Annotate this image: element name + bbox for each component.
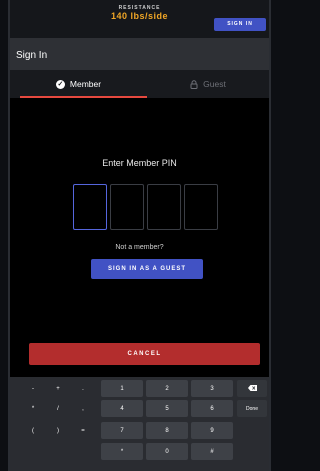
page-header: Sign In (10, 38, 269, 70)
key-8[interactable]: 8 (146, 422, 188, 439)
page-title: Sign In (16, 50, 48, 61)
key-9[interactable]: 9 (191, 422, 233, 439)
resistance-value: 140 (110, 11, 128, 21)
pin-digit-3[interactable] (147, 184, 181, 230)
not-member-text: Not a member? (115, 244, 164, 251)
key-2[interactable]: 2 (146, 380, 188, 397)
key-period[interactable]: . (76, 380, 90, 397)
key-3[interactable]: 3 (191, 380, 233, 397)
sign-in-as-guest-button[interactable]: SIGN IN AS A GUEST (91, 259, 203, 279)
key-hash[interactable]: # (191, 443, 233, 460)
key-minus[interactable]: - (26, 380, 40, 397)
key-5[interactable]: 5 (146, 400, 188, 417)
kiosk-screen: RESISTANCE 140 lbs/side SIGN IN Sign In … (10, 0, 269, 471)
key-asterisk[interactable]: * (26, 400, 40, 417)
tab-guest[interactable]: Guest (147, 70, 269, 98)
key-plus[interactable]: + (51, 380, 65, 397)
top-bar: RESISTANCE 140 lbs/side SIGN IN (10, 0, 269, 38)
check-circle-icon: ✓ (55, 79, 65, 89)
tab-member[interactable]: ✓ Member (10, 70, 147, 98)
key-7[interactable]: 7 (101, 422, 143, 439)
resistance-unit: lbs/side (130, 11, 169, 21)
cancel-button[interactable]: CANCEL (29, 343, 260, 365)
tab-member-label: Member (69, 79, 102, 89)
key-close-paren[interactable]: ) (51, 422, 65, 439)
sign-in-tabs: ✓ Member Guest (10, 70, 269, 98)
tab-guest-label: Guest (203, 79, 226, 89)
key-star[interactable]: * (101, 443, 143, 460)
numeric-keyboard: - + . * / , ( ) = 1 2 3 4 5 6 7 8 9 * 0 … (10, 377, 269, 471)
key-comma[interactable]: , (76, 400, 90, 417)
key-6[interactable]: 6 (191, 400, 233, 417)
done-key[interactable]: Done (237, 400, 267, 417)
sign-in-button[interactable]: SIGN IN (214, 18, 266, 31)
key-1[interactable]: 1 (101, 380, 143, 397)
key-0[interactable]: 0 (146, 443, 188, 460)
pin-digit-2[interactable] (110, 184, 144, 230)
backspace-key[interactable] (237, 380, 267, 397)
key-4[interactable]: 4 (101, 400, 143, 417)
key-equals[interactable]: = (76, 422, 90, 439)
pin-digit-1[interactable] (73, 184, 107, 230)
lock-icon (190, 79, 198, 89)
key-slash[interactable]: / (51, 400, 65, 417)
pin-prompt: Enter Member PIN (102, 158, 177, 168)
active-tab-indicator (20, 96, 147, 98)
key-open-paren[interactable]: ( (26, 422, 40, 439)
backspace-icon (247, 384, 257, 393)
pin-digit-4[interactable] (184, 184, 218, 230)
